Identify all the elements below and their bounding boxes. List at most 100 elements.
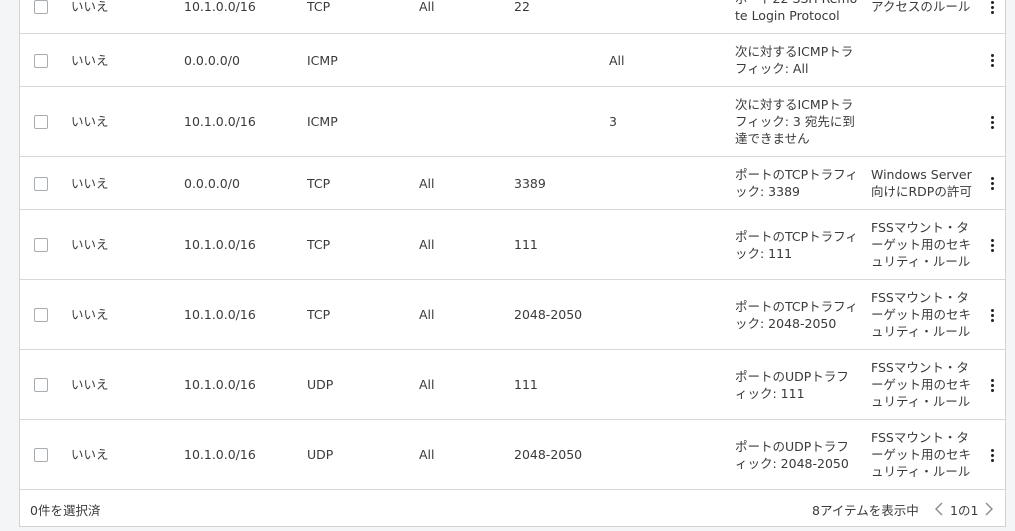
- kebab-dot: [990, 313, 994, 317]
- cell-stateless: いいえ: [71, 114, 109, 129]
- cell-dest-port: 111: [514, 237, 538, 252]
- kebab-dot: [990, 64, 994, 67]
- kebab-dot: [990, 54, 994, 57]
- cell-protocol: TCP: [307, 175, 331, 191]
- kebab-dot: [990, 388, 994, 392]
- cell-source-port: All: [419, 0, 435, 14]
- kebab-dot: [990, 177, 994, 180]
- kebab-dot: [990, 125, 994, 129]
- cell-protocol: TCP: [307, 0, 331, 14]
- kebab-dot: [990, 458, 994, 462]
- cell-description: 次に対するICMPトラフィック: All: [735, 44, 854, 76]
- cell-source: 10.1.0.0/16: [184, 447, 256, 462]
- cell-description: 次に対するICMPトラフィック: 3 宛先に到達できません: [735, 97, 855, 146]
- cell-stateless: いいえ: [71, 307, 109, 322]
- table-row: いいえ 10.1.0.0/16 ICMP 3 次に対するICMPトラフィック: 3 宛先…: [20, 87, 1005, 157]
- cell-protocol: TCP: [307, 307, 331, 322]
- kebab-menu-icon[interactable]: [987, 305, 997, 325]
- cell-dest-port: 2048-2050: [514, 307, 583, 322]
- kebab-dot: [990, 378, 994, 382]
- cell-dest-port: 22: [514, 0, 530, 14]
- kebab-menu-icon[interactable]: [987, 445, 997, 465]
- kebab-dot: [990, 182, 994, 185]
- cell-dest-port: All: [609, 52, 625, 68]
- cell-notes: [871, 87, 979, 156]
- kebab-dot: [990, 308, 994, 312]
- cell-description: ポートのTCPトラフィック: 2048-2050: [735, 298, 858, 331]
- row-checkbox[interactable]: [34, 378, 48, 392]
- chevron-right-icon[interactable]: [984, 501, 994, 517]
- kebab-dot: [990, 238, 994, 242]
- cell-notes: [871, 34, 979, 86]
- table-row: いいえ 0.0.0.0/0 TCP All 3389 ポートのTCPトラフィック: 338…: [20, 157, 1005, 210]
- table-row: いいえ 10.1.0.0/16 UDP All 2048-2050 ポートのUDPトラフィ…: [20, 420, 1005, 490]
- table-row: いいえ 10.1.0.0/16 TCP All 22 ポート22 SSH Remote L…: [20, 0, 1005, 34]
- cell-dest-port: 2048-2050: [514, 447, 583, 462]
- kebab-dot: [990, 187, 994, 190]
- table-row: いいえ 10.1.0.0/16 TCP All 2048-2050 ポートのTCPトラフィ…: [20, 280, 1005, 350]
- row-checkbox[interactable]: [34, 448, 48, 462]
- kebab-dot: [990, 248, 994, 252]
- cell-source-port: All: [419, 447, 435, 462]
- row-checkbox[interactable]: [34, 0, 48, 14]
- cell-source-port: [419, 34, 499, 86]
- cell-protocol: ICMP: [307, 114, 338, 129]
- cell-stateless: いいえ: [71, 377, 109, 392]
- table-footer: 0件を選択済 8アイテムを表示中 1の1: [20, 491, 1005, 527]
- cell-stateless: いいえ: [71, 447, 109, 462]
- page-indicator: 1の1: [950, 502, 979, 518]
- cell-protocol: TCP: [307, 237, 331, 252]
- kebab-dot: [990, 318, 994, 322]
- cell-description: ポートのUDPトラフィック: 2048-2050: [735, 438, 849, 471]
- row-checkbox[interactable]: [34, 176, 48, 191]
- kebab-dot: [990, 448, 994, 452]
- cell-source: 10.1.0.0/16: [184, 237, 256, 252]
- row-checkbox[interactable]: [34, 308, 48, 322]
- kebab-dot: [990, 10, 994, 14]
- cell-description: ポートのUDPトラフィック: 111: [735, 368, 849, 401]
- cell-source: 10.1.0.0/16: [184, 307, 256, 322]
- kebab-dot: [990, 59, 994, 62]
- cell-notes: FSSマウント・ターゲット用のセキュリティ・ルール: [871, 220, 972, 269]
- cell-source-port: All: [419, 307, 435, 322]
- cell-source: 0.0.0.0/0: [184, 52, 240, 68]
- security-rules-table: いいえ 10.1.0.0/16 TCP All 22 ポート22 SSH Remote L…: [19, 0, 1006, 527]
- kebab-dot: [990, 453, 994, 457]
- cell-source: 0.0.0.0/0: [184, 175, 240, 191]
- kebab-dot: [990, 0, 994, 4]
- cell-dest-port: 3: [609, 114, 617, 129]
- chevron-left-icon[interactable]: [934, 501, 944, 517]
- kebab-menu-icon[interactable]: [987, 174, 997, 194]
- cell-description: ポート22 SSH Remote Login Protocol: [735, 0, 857, 23]
- kebab-dot: [990, 243, 994, 247]
- row-checkbox[interactable]: [34, 238, 48, 252]
- pagination: 1の1: [934, 491, 994, 527]
- cell-notes: FSSマウント・ターゲット用のセキュリティ・ルール: [871, 290, 972, 339]
- cell-source-port: All: [419, 175, 435, 191]
- cell-protocol: UDP: [307, 447, 334, 462]
- cell-notes: FSSマウント・ターゲット用のセキュリティ・ルール: [871, 430, 972, 479]
- kebab-menu-icon[interactable]: [987, 0, 997, 17]
- cell-protocol: ICMP: [307, 52, 338, 68]
- kebab-menu-icon[interactable]: [987, 51, 997, 71]
- item-count: 8アイテムを表示中: [812, 502, 919, 518]
- kebab-dot: [990, 115, 994, 119]
- cell-dest-port: 3389: [514, 175, 546, 191]
- cell-source: 10.1.0.0/16: [184, 377, 256, 392]
- kebab-menu-icon[interactable]: [987, 375, 997, 395]
- cell-source-port: All: [419, 237, 435, 252]
- table-row: いいえ 0.0.0.0/0 ICMP All 次に対するICMPトラフィック: All: [20, 34, 1005, 87]
- cell-dest-port: 111: [514, 377, 538, 392]
- cell-stateless: いいえ: [71, 175, 109, 191]
- table-row: いいえ 10.1.0.0/16 TCP All 111 ポートのTCPトラフィック: 11…: [20, 210, 1005, 280]
- row-checkbox[interactable]: [34, 115, 48, 129]
- kebab-menu-icon[interactable]: [987, 235, 997, 255]
- cell-stateless: いいえ: [71, 0, 109, 14]
- row-checkbox[interactable]: [34, 53, 48, 68]
- kebab-dot: [990, 5, 994, 9]
- cell-description: ポートのTCPトラフィック: 111: [735, 228, 858, 261]
- cell-source-port: [419, 87, 499, 156]
- cell-source: 10.1.0.0/16: [184, 0, 256, 14]
- kebab-menu-icon[interactable]: [987, 112, 997, 132]
- kebab-dot: [990, 120, 994, 124]
